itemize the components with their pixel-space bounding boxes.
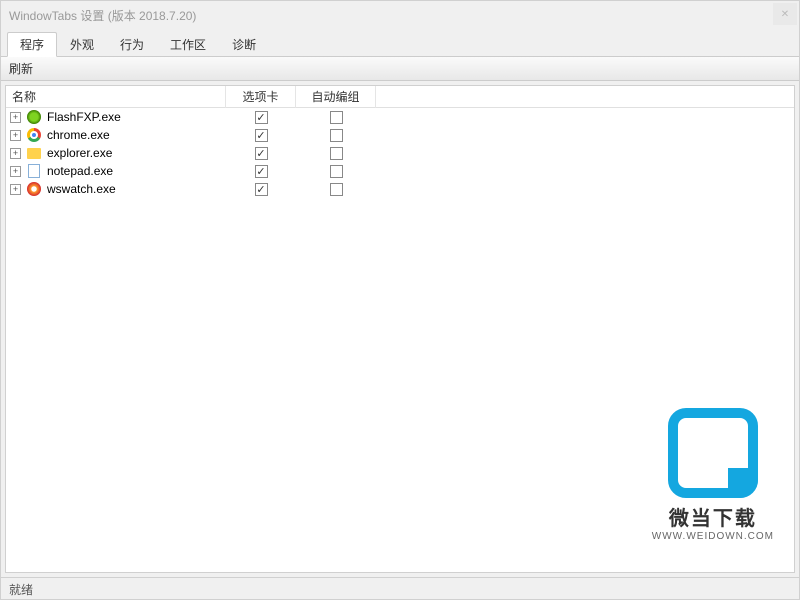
program-name: FlashFXP.exe (47, 110, 121, 124)
expand-icon[interactable]: + (10, 184, 21, 195)
column-header-auto[interactable]: 自动编组 (296, 85, 376, 108)
window-title: WindowTabs 设置 (版本 2018.7.20) (9, 7, 196, 24)
flashfxp-icon (26, 109, 42, 125)
tab-checkbox[interactable]: ✓ (255, 183, 268, 196)
toolbar: 刷新 (1, 57, 799, 81)
tab-diagnostics[interactable]: 诊断 (219, 32, 269, 57)
tab-workspace[interactable]: 工作区 (157, 32, 219, 57)
main-tabs: 程序 外观 行为 工作区 诊断 (1, 29, 799, 57)
tab-programs[interactable]: 程序 (7, 32, 57, 57)
table-row[interactable]: + wswatch.exe ✓ (6, 180, 794, 198)
auto-checkbox[interactable] (330, 147, 343, 160)
program-list: + FlashFXP.exe ✓ + chrome.exe ✓ + (6, 108, 794, 198)
tab-appearance[interactable]: 外观 (57, 32, 107, 57)
refresh-button[interactable]: 刷新 (9, 62, 33, 76)
titlebar: WindowTabs 设置 (版本 2018.7.20) ✕ (1, 1, 799, 29)
watermark-text: 微当下载 (652, 502, 774, 531)
auto-checkbox[interactable] (330, 165, 343, 178)
table-row[interactable]: + explorer.exe ✓ (6, 144, 794, 162)
watermark-logo-icon (668, 408, 758, 498)
watermark: 微当下载 WWW.WEIDOWN.COM (652, 408, 774, 542)
tab-behavior[interactable]: 行为 (107, 32, 157, 57)
tab-checkbox[interactable]: ✓ (255, 147, 268, 160)
table-row[interactable]: + notepad.exe ✓ (6, 162, 794, 180)
chrome-icon (26, 127, 42, 143)
tab-checkbox[interactable]: ✓ (255, 165, 268, 178)
expand-icon[interactable]: + (10, 166, 21, 177)
expand-icon[interactable]: + (10, 130, 21, 141)
table-row[interactable]: + chrome.exe ✓ (6, 126, 794, 144)
auto-checkbox[interactable] (330, 183, 343, 196)
watermark-url: WWW.WEIDOWN.COM (652, 531, 774, 542)
program-name: chrome.exe (47, 128, 110, 142)
program-name: notepad.exe (47, 164, 113, 178)
column-header-tab[interactable]: 选项卡 (226, 85, 296, 108)
auto-checkbox[interactable] (330, 111, 343, 124)
close-button[interactable]: ✕ (773, 3, 797, 25)
wswatch-icon (26, 181, 42, 197)
table-row[interactable]: + FlashFXP.exe ✓ (6, 108, 794, 126)
explorer-icon (26, 145, 42, 161)
program-name: explorer.exe (47, 146, 112, 160)
table-header: 名称 选项卡 自动编组 (6, 86, 794, 108)
column-header-name[interactable]: 名称 (6, 85, 226, 108)
tab-checkbox[interactable]: ✓ (255, 111, 268, 124)
program-name: wswatch.exe (47, 182, 116, 196)
close-icon: ✕ (781, 9, 789, 20)
statusbar: 就绪 (1, 577, 799, 599)
notepad-icon (26, 163, 42, 179)
content-area: 名称 选项卡 自动编组 + FlashFXP.exe ✓ + chrome.ex… (5, 85, 795, 573)
tab-checkbox[interactable]: ✓ (255, 129, 268, 142)
expand-icon[interactable]: + (10, 112, 21, 123)
status-text: 就绪 (9, 583, 33, 597)
settings-window: WindowTabs 设置 (版本 2018.7.20) ✕ 程序 外观 行为 … (0, 0, 800, 600)
expand-icon[interactable]: + (10, 148, 21, 159)
auto-checkbox[interactable] (330, 129, 343, 142)
